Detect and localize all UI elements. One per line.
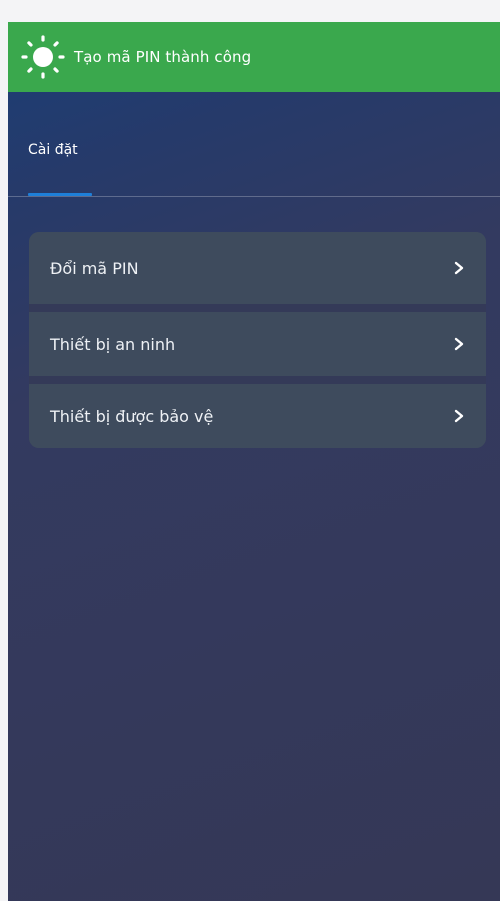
menu-item-label: Đổi mã PIN <box>50 258 139 278</box>
menu-item-label: Thiết bị được bảo vệ <box>50 406 214 426</box>
menu-item-security-devices[interactable]: Thiết bị an ninh <box>29 304 486 376</box>
app-screen: Tạo mã PIN thành công Cài đặt Đổi mã PIN… <box>8 0 500 901</box>
menu-item-change-pin[interactable]: Đổi mã PIN <box>29 232 486 304</box>
tab-divider <box>8 196 500 197</box>
toast-message: Tạo mã PIN thành công <box>74 48 252 66</box>
success-toast: Tạo mã PIN thành công <box>8 22 500 92</box>
status-bar-area <box>8 0 500 22</box>
settings-menu: Đổi mã PIN Thiết bị an ninh Thiết bị đượ… <box>29 232 486 448</box>
chevron-right-icon <box>452 337 466 351</box>
tab-settings[interactable]: Cài đặt <box>28 142 78 158</box>
menu-item-label: Thiết bị an ninh <box>50 334 176 354</box>
chevron-right-icon <box>452 261 466 275</box>
menu-item-protected-devices[interactable]: Thiết bị được bảo vệ <box>29 376 486 448</box>
chevron-right-icon <box>452 409 466 423</box>
sun-icon <box>20 34 66 80</box>
tab-bar: Cài đặt <box>8 92 500 198</box>
